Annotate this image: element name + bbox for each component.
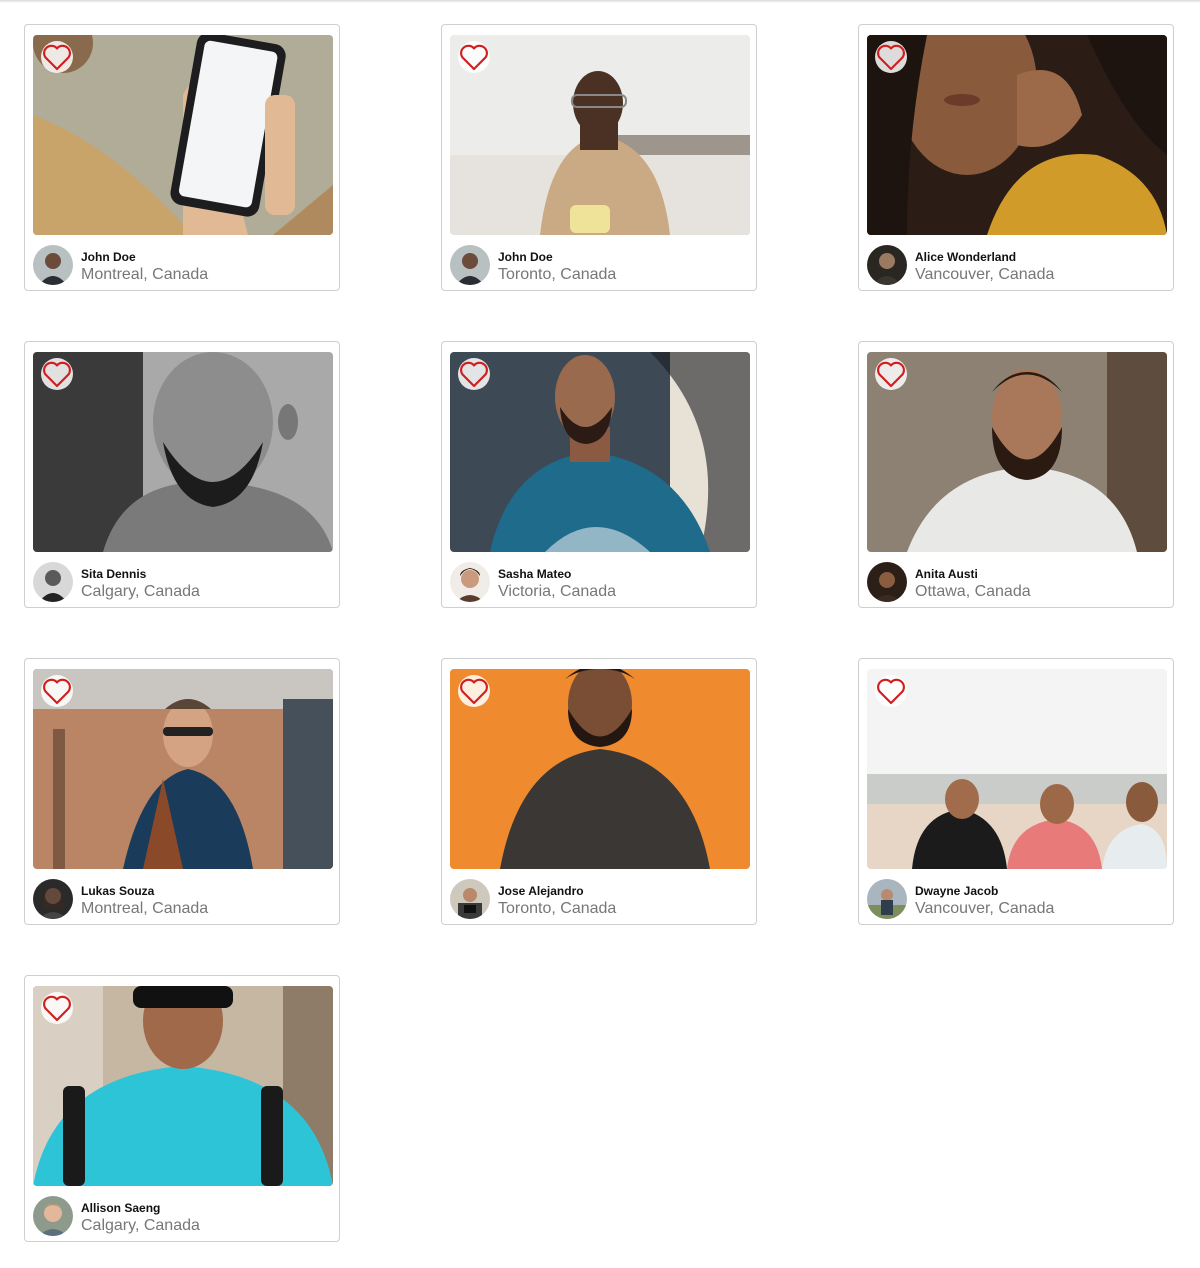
avatar [450, 562, 490, 602]
favorite-button[interactable] [41, 41, 73, 73]
avatar [33, 562, 73, 602]
profile-photo [33, 35, 333, 235]
profile-location: Montreal, Canada [81, 266, 209, 283]
favorite-button[interactable] [458, 358, 490, 390]
profile-name: John Doe [498, 250, 553, 264]
favorite-button[interactable] [875, 358, 907, 390]
heart-outline-icon [43, 995, 71, 1022]
profile-name: John Doe [81, 250, 136, 264]
profile-photo [33, 669, 333, 869]
profile-photo [33, 352, 333, 552]
profile-location: Toronto, Canada [498, 266, 617, 283]
photo-man-blue-tshirt [450, 352, 750, 552]
photo-bearded-man-white-shirt [867, 352, 1167, 552]
profile-card[interactable]: John Doe Toronto, Canada [441, 24, 757, 291]
avatar [867, 245, 907, 285]
photo-man-cyan-tshirt-backpack [33, 986, 333, 1186]
profile-name: Sita Dennis [81, 567, 147, 581]
heart-outline-icon [877, 44, 905, 71]
favorite-button[interactable] [41, 992, 73, 1024]
header-shadow [0, 0, 1200, 3]
profile-photo [450, 35, 750, 235]
profile-name: Alice Wonderland [915, 250, 1017, 264]
profile-photo [867, 669, 1167, 869]
profile-card[interactable]: Allison Saeng Calgary, Canada [24, 975, 340, 1242]
avatar [450, 879, 490, 919]
favorite-button[interactable] [875, 41, 907, 73]
avatar [867, 879, 907, 919]
favorite-button[interactable] [458, 41, 490, 73]
profile-location: Montreal, Canada [81, 900, 209, 917]
profile-name: Anita Austi [915, 567, 978, 581]
profile-location: Toronto, Canada [498, 900, 617, 917]
avatar [33, 879, 73, 919]
profile-name: Lukas Souza [81, 884, 155, 898]
heart-outline-icon [460, 44, 488, 71]
profile-location: Vancouver, Canada [915, 266, 1055, 283]
profile-card[interactable]: Anita Austi Ottawa, Canada [858, 341, 1174, 608]
photo-man-orange-background [450, 669, 750, 869]
profile-card[interactable]: Dwayne Jacob Vancouver, Canada [858, 658, 1174, 925]
profile-photo [450, 669, 750, 869]
photo-hand-holding-phone [33, 35, 333, 235]
profile-card[interactable]: Alice Wonderland Vancouver, Canada [858, 24, 1174, 291]
avatar [450, 245, 490, 285]
profile-card[interactable]: Sasha Mateo Victoria, Canada [441, 341, 757, 608]
photo-three-men-on-beach [867, 669, 1167, 869]
heart-outline-icon [460, 361, 488, 388]
profile-location: Calgary, Canada [81, 583, 200, 600]
profile-name: Dwayne Jacob [915, 884, 999, 898]
heart-outline-icon [43, 678, 71, 705]
profile-name: Allison Saeng [81, 1201, 161, 1215]
profile-card[interactable]: Lukas Souza Montreal, Canada [24, 658, 340, 925]
profile-location: Vancouver, Canada [915, 900, 1055, 917]
favorite-button[interactable] [875, 675, 907, 707]
photo-bearded-man-black-and-white [33, 352, 333, 552]
favorite-button[interactable] [458, 675, 490, 707]
profile-card[interactable]: John Doe Montreal, Canada [24, 24, 340, 291]
heart-outline-icon [460, 678, 488, 705]
heart-outline-icon [43, 44, 71, 71]
avatar [33, 1196, 73, 1236]
profile-photo [867, 352, 1167, 552]
heart-outline-icon [877, 361, 905, 388]
profile-name: Sasha Mateo [498, 567, 572, 581]
avatar [867, 562, 907, 602]
favorite-button[interactable] [41, 358, 73, 390]
photo-woman-curly-hair-yellow-sweater [867, 35, 1167, 235]
profile-photo [450, 352, 750, 552]
profile-name: Jose Alejandro [498, 884, 584, 898]
profile-card[interactable]: Jose Alejandro Toronto, Canada [441, 658, 757, 925]
profile-location: Ottawa, Canada [915, 583, 1031, 600]
photo-man-sunglasses-vest [33, 669, 333, 869]
profile-photo [33, 986, 333, 1186]
favorite-button[interactable] [41, 675, 73, 707]
profile-location: Calgary, Canada [81, 1217, 200, 1234]
profile-photo [867, 35, 1167, 235]
profile-card[interactable]: Sita Dennis Calgary, Canada [24, 341, 340, 608]
heart-outline-icon [43, 361, 71, 388]
photo-man-with-glasses-on-sofa [450, 35, 750, 235]
heart-outline-icon [877, 678, 905, 705]
avatar [33, 245, 73, 285]
profile-location: Victoria, Canada [498, 583, 616, 600]
